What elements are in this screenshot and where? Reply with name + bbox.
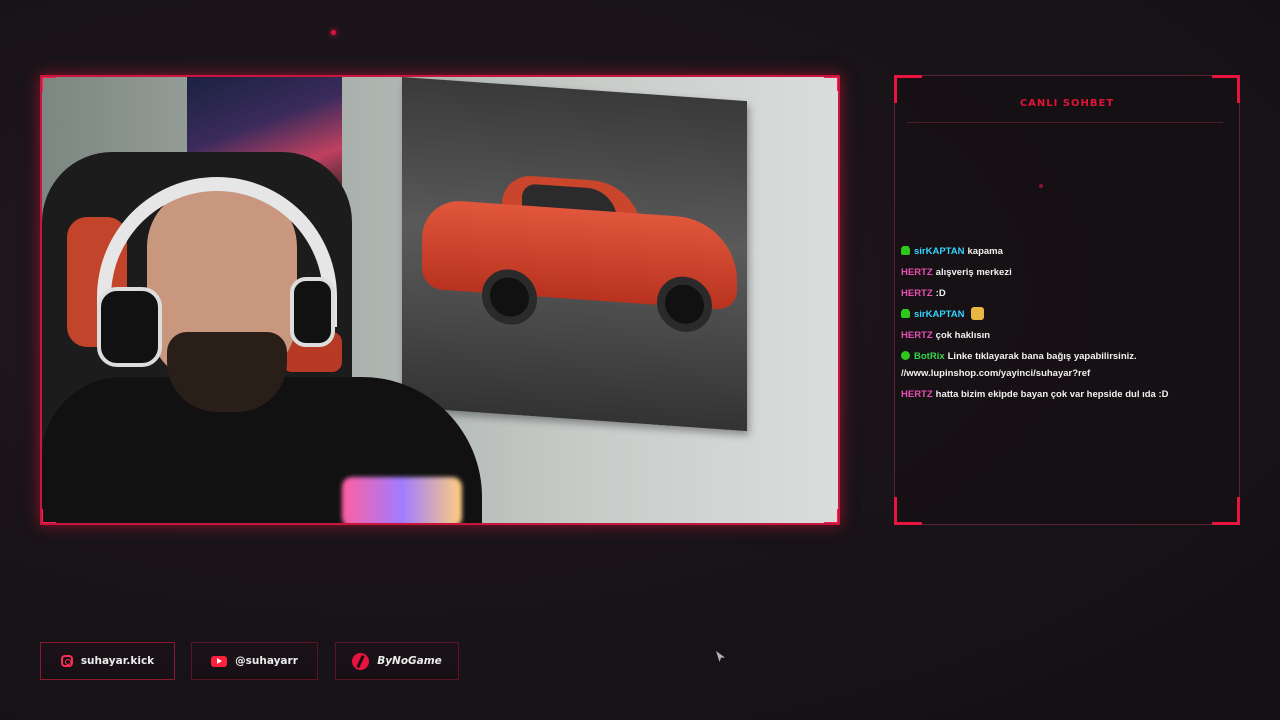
chat-username[interactable]: sirKAPTAN <box>914 309 965 320</box>
chat-message: HERTZ çok haklısın <box>901 327 1231 344</box>
chat-message: HERTZ hatta bizim ekipde bayan çok var he… <box>901 386 1231 403</box>
webcam-frame <box>40 75 840 525</box>
chat-text: hatta bizim ekipde bayan çok var hepside… <box>935 389 1169 400</box>
bynogame-icon <box>352 652 370 670</box>
instagram-link[interactable]: suhayar.kick <box>40 642 175 680</box>
chat-divider <box>907 122 1223 123</box>
bynogame-link[interactable]: ByNoGame <box>335 642 459 680</box>
chat-corner <box>894 497 922 525</box>
frame-corner <box>42 77 56 91</box>
chat-username[interactable]: sirKAPTAN <box>914 246 965 257</box>
chat-username[interactable]: HERTZ <box>901 267 933 278</box>
rgb-light <box>342 477 462 523</box>
youtube-link[interactable]: @suhayarr <box>191 642 318 680</box>
instagram-icon <box>60 655 73 667</box>
decorative-red-dot <box>331 30 336 35</box>
chat-message: BotRix Linke tıklayarak bana bağış yapabi… <box>901 348 1231 382</box>
chat-text: alışveriş merkezi <box>935 267 1012 278</box>
faint-watermark <box>678 666 774 684</box>
chat-text: çok haklısın <box>935 330 991 341</box>
chat-text: :D <box>935 288 946 299</box>
headset-ear-left <box>97 287 162 367</box>
chat-message-list: sirKAPTAN kapama HERTZ alışveriş merkezi H… <box>901 243 1231 407</box>
chat-username[interactable]: HERTZ <box>901 330 933 341</box>
verified-badge-icon <box>901 351 910 360</box>
webcam-video <box>42 77 838 523</box>
frame-corner <box>824 509 838 523</box>
chat-username[interactable]: HERTZ <box>901 389 933 400</box>
chat-message: sirKAPTAN kapama <box>901 243 1231 260</box>
chat-username[interactable]: BotRix <box>914 351 945 362</box>
frame-corner <box>42 509 56 523</box>
chat-title: CANLI SOHBET <box>1019 98 1115 109</box>
chat-username[interactable]: HERTZ <box>901 288 933 299</box>
emote-icon <box>970 307 984 320</box>
frame-corner <box>824 77 838 91</box>
headset-ear-right <box>290 277 335 347</box>
chat-message: HERTZ:D <box>901 285 1231 302</box>
streamer-beard <box>167 332 287 412</box>
youtube-handle: @suhayarr <box>235 655 298 667</box>
youtube-icon <box>211 655 228 667</box>
decorative-dot <box>1039 184 1043 188</box>
chat-message: HERTZ alışveriş merkezi <box>901 264 1231 281</box>
chat-message: sirKAPTAN <box>901 306 1231 323</box>
instagram-handle: suhayar.kick <box>80 655 155 667</box>
mouse-cursor-icon <box>716 651 725 662</box>
car-poster <box>402 77 747 432</box>
chat-panel: CANLI SOHBET sirKAPTAN kapama HERTZ alışve… <box>894 75 1240 525</box>
bot-badge-icon <box>901 309 910 318</box>
chat-text: kapama <box>967 246 1003 257</box>
bot-badge-icon <box>901 246 910 255</box>
chat-corner <box>1212 497 1240 525</box>
bynogame-label: ByNoGame <box>377 655 442 667</box>
